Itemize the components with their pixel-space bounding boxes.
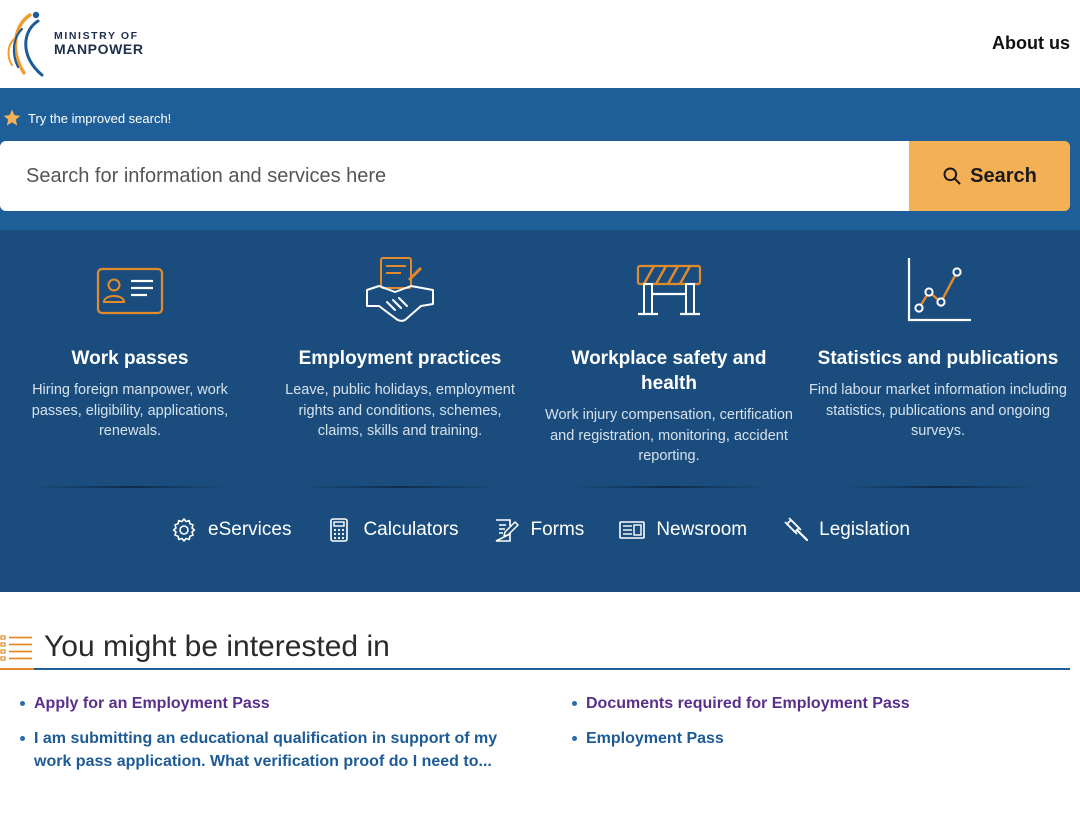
list-item: Employment Pass bbox=[570, 727, 1050, 750]
interested-title: You might be interested in bbox=[44, 630, 390, 663]
quicklink-newsroom[interactable]: Newsroom bbox=[618, 516, 747, 544]
category-title: Statistics and publications bbox=[817, 348, 1059, 369]
interested-underline bbox=[0, 668, 1070, 670]
logo-text: MINISTRY OF MANPOWER bbox=[54, 31, 144, 57]
handshake-icon bbox=[366, 257, 434, 322]
search-button[interactable]: Search bbox=[909, 141, 1070, 211]
category-description: Hiring foreign manpower, work passes, el… bbox=[31, 382, 229, 439]
list-item: Apply for an Employment Pass bbox=[18, 692, 518, 715]
logo-mark-icon bbox=[7, 11, 44, 77]
mom-logo[interactable]: MINISTRY OF MANPOWER bbox=[0, 8, 150, 80]
category-work-passes[interactable]: Work passes Hiring foreign manpower, wor… bbox=[0, 256, 260, 442]
divider bbox=[300, 486, 500, 488]
quicklink-label: Forms bbox=[530, 519, 585, 540]
divider bbox=[570, 486, 770, 488]
links-column-right: Documents required for Employment Pass E… bbox=[570, 692, 1050, 762]
id-card-icon bbox=[96, 267, 164, 315]
list-item: I am submitting an educational qualifica… bbox=[18, 727, 518, 773]
about-us-link[interactable]: About us bbox=[992, 33, 1070, 54]
list-icon bbox=[0, 635, 32, 661]
gear-icon bbox=[172, 518, 196, 542]
search-hint: Try the improved search! bbox=[2, 108, 171, 128]
line-chart-icon bbox=[907, 258, 971, 322]
link-apply-employment-pass[interactable]: Apply for an Employment Pass bbox=[34, 695, 270, 712]
search-bar: Search bbox=[0, 141, 1070, 211]
divider bbox=[840, 486, 1040, 488]
interested-header: You might be interested in bbox=[0, 628, 1080, 666]
categories-section: Work passes Hiring foreign manpower, wor… bbox=[0, 230, 1080, 592]
gavel-icon bbox=[784, 517, 809, 542]
site-header: MINISTRY OF MANPOWER About us bbox=[0, 0, 1080, 88]
search-icon bbox=[943, 167, 961, 185]
quicklink-label: eServices bbox=[208, 519, 292, 540]
link-employment-pass[interactable]: Employment Pass bbox=[586, 730, 724, 747]
link-documents-employment-pass[interactable]: Documents required for Employment Pass bbox=[586, 695, 910, 712]
quick-links: eServices Calculators Forms Newsroom Leg… bbox=[0, 516, 1080, 544]
category-description: Find labour market information including… bbox=[809, 382, 1067, 439]
category-description: Work injury compensation, certification … bbox=[545, 407, 793, 464]
newspaper-icon bbox=[619, 521, 646, 539]
list-item: Documents required for Employment Pass bbox=[570, 692, 1050, 715]
category-title: Work passes bbox=[71, 348, 189, 369]
quicklink-forms[interactable]: Forms bbox=[492, 516, 584, 544]
logo-line-2: MANPOWER bbox=[54, 41, 144, 58]
star-icon bbox=[3, 109, 21, 126]
links-column-left: Apply for an Employment Pass I am submit… bbox=[18, 692, 518, 785]
quicklink-calculators[interactable]: Calculators bbox=[325, 516, 458, 544]
search-section: Try the improved search! Search bbox=[0, 88, 1080, 230]
quicklink-eservices[interactable]: eServices bbox=[170, 516, 291, 544]
search-input[interactable] bbox=[0, 141, 909, 211]
search-button-label: Search bbox=[970, 164, 1037, 187]
form-icon bbox=[496, 519, 520, 542]
link-educational-qualification[interactable]: I am submitting an educational qualifica… bbox=[34, 730, 497, 770]
search-hint-text: Try the improved search! bbox=[28, 110, 172, 126]
divider bbox=[30, 486, 230, 488]
quicklink-label: Calculators bbox=[363, 519, 459, 540]
category-title: Employment practices bbox=[298, 348, 502, 369]
interested-section: You might be interested in Apply for an … bbox=[0, 628, 1080, 770]
category-title: Workplace safety and health bbox=[571, 348, 767, 394]
quicklink-legislation[interactable]: Legislation bbox=[781, 516, 910, 544]
calculator-icon bbox=[330, 518, 349, 542]
quicklink-label: Newsroom bbox=[656, 519, 748, 540]
quicklink-label: Legislation bbox=[819, 519, 910, 540]
category-statistics[interactable]: Statistics and publications Find labour … bbox=[808, 256, 1068, 442]
category-workplace-safety[interactable]: Workplace safety and health Work injury … bbox=[539, 256, 799, 467]
category-employment-practices[interactable]: Employment practices Leave, public holid… bbox=[270, 256, 530, 442]
barrier-icon bbox=[636, 264, 702, 316]
category-description: Leave, public holidays, employment right… bbox=[285, 382, 515, 439]
